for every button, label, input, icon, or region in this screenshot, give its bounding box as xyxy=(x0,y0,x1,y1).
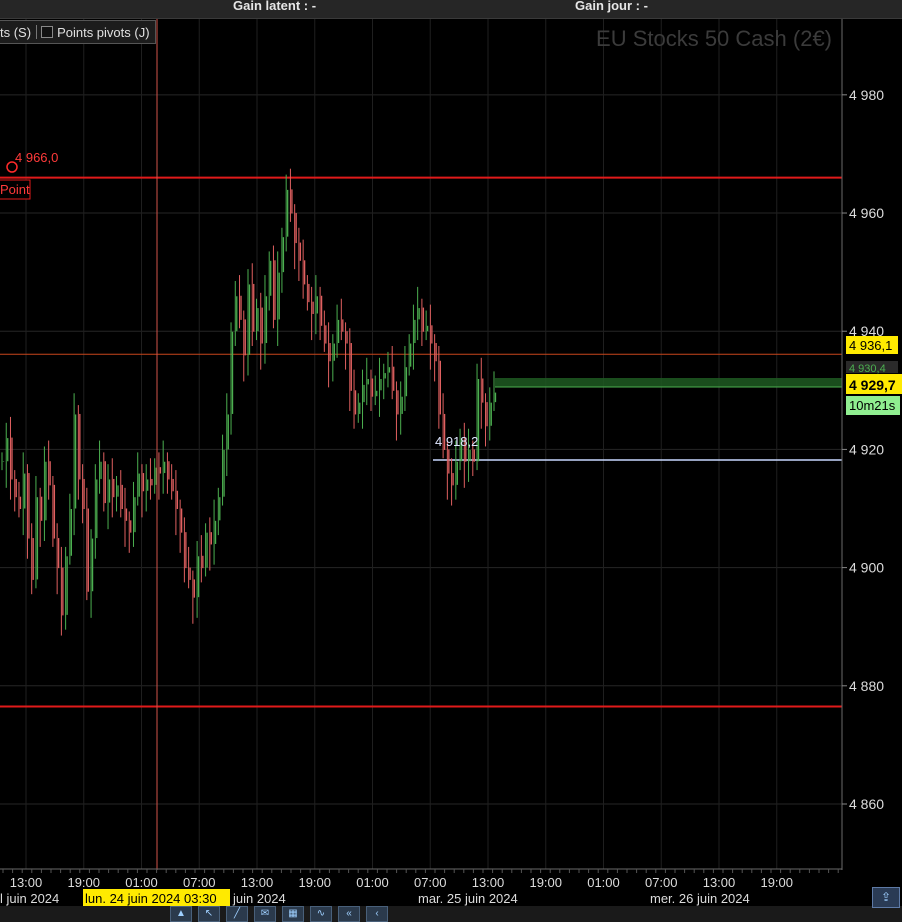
pivot-label: Point xyxy=(0,182,30,197)
prev-toggle[interactable]: ts (S) xyxy=(0,25,36,40)
x-tick-label: 01:00 xyxy=(587,875,620,890)
countdown: 10m21s xyxy=(849,398,896,413)
pivot-value-label: 4 966,0 xyxy=(15,150,58,165)
x-tick-label: 19:00 xyxy=(529,875,562,890)
expand-panel-icon[interactable]: ⇪ xyxy=(872,887,900,908)
header-bar: Gain latent : - Gain jour : - xyxy=(0,0,902,19)
message-icon[interactable]: ✉ xyxy=(254,906,276,922)
scroll-left-icon[interactable]: ‹ xyxy=(366,906,388,922)
grid xyxy=(0,18,842,869)
pivot-points-checkbox[interactable] xyxy=(41,26,54,38)
prev-toggle-label: ts (S) xyxy=(0,24,32,40)
x-tick-label: 13:00 xyxy=(703,875,736,890)
hidden-price-tag: 4 930,4 xyxy=(849,363,886,375)
indicator-icon[interactable]: ∿ xyxy=(310,906,332,922)
chart-type-icon[interactable]: ▦ xyxy=(282,906,304,922)
x-tick-label: 07:00 xyxy=(183,875,216,890)
x-day-label: juin 2024 xyxy=(232,891,286,906)
toolbar-icons: ▲ ↖ ╱ ✉ ▦ ∿ « ‹ xyxy=(170,906,388,922)
line-tool-icon[interactable]: ╱ xyxy=(226,906,248,922)
current-price-tag: 4 929,7 xyxy=(849,377,896,393)
indicator-toggles: ts (S) Points pivots (J) xyxy=(0,20,156,44)
horizontal-levels xyxy=(0,176,842,708)
x-day-label: mer. 26 juin 2024 xyxy=(650,891,750,906)
y-tick-label: 4 860 xyxy=(849,796,884,812)
y-tick-label: 4 880 xyxy=(849,678,884,694)
bottom-toolbar xyxy=(0,906,902,922)
x-tick-label: 13:00 xyxy=(10,875,43,890)
low-value-label: 4 918,2 xyxy=(435,434,478,449)
y-tick-label: 4 980 xyxy=(849,87,884,103)
x-tick-label: 07:00 xyxy=(414,875,447,890)
alert-price-tag: 4 936,1 xyxy=(849,338,892,353)
candles xyxy=(1,168,497,636)
y-tick-label: 4 900 xyxy=(849,560,884,576)
drawing-tool-icon[interactable]: ▲ xyxy=(170,906,192,922)
x-day-label: mar. 25 juin 2024 xyxy=(418,891,518,906)
current-price-band xyxy=(495,378,842,387)
y-tick-label: 4 920 xyxy=(849,441,884,457)
pivot-points-toggle[interactable]: Points pivots (J) xyxy=(37,25,154,40)
cursor-tool-icon[interactable]: ↖ xyxy=(198,906,220,922)
x-tick-label: 19:00 xyxy=(298,875,331,890)
y-axis: 4 9804 9604 9404 9204 9004 8804 860 xyxy=(842,87,884,812)
instrument-title: EU Stocks 50 Cash (2€) xyxy=(596,26,832,51)
x-day-label: l juin 2024 xyxy=(0,891,59,906)
x-tick-label: 13:00 xyxy=(241,875,274,890)
collapse-left-icon[interactable]: « xyxy=(338,906,360,922)
x-tick-label: 07:00 xyxy=(645,875,678,890)
crosshair-time-label: lun. 24 juin 2024 03:30 xyxy=(85,891,217,906)
x-tick-label: 19:00 xyxy=(67,875,100,890)
price-chart[interactable]: EU Stocks 50 Cash (2€) 4 966,0 Point 4 9… xyxy=(0,0,902,922)
x-tick-label: 19:00 xyxy=(760,875,793,890)
x-tick-label: 01:00 xyxy=(125,875,158,890)
daily-gain: Gain jour : - xyxy=(575,0,648,13)
pivot-points-label: Points pivots (J) xyxy=(57,24,150,40)
x-tick-label: 01:00 xyxy=(356,875,389,890)
unrealized-gain: Gain latent : - xyxy=(233,0,317,13)
y-tick-label: 4 960 xyxy=(849,205,884,221)
x-tick-label: 13:00 xyxy=(472,875,505,890)
